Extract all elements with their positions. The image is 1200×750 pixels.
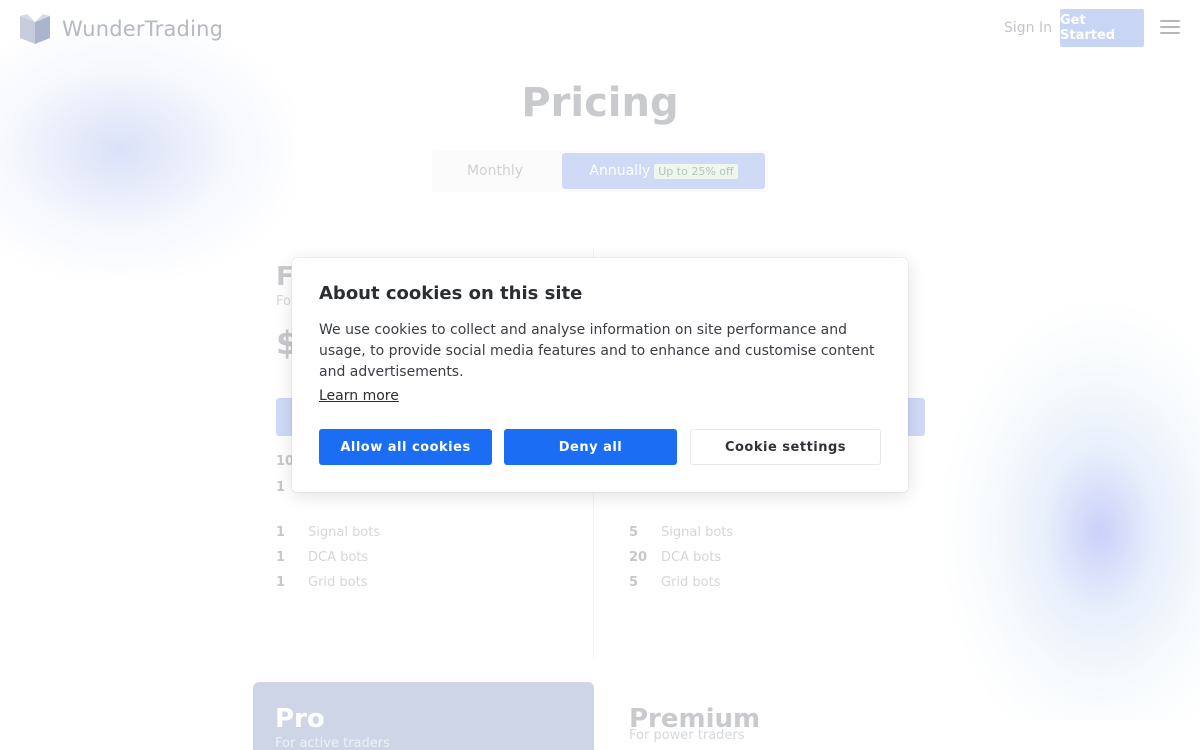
plan-subtitle: Fo: [276, 294, 291, 309]
bot-count: 1: [276, 525, 286, 540]
page: WunderTrading Sign In Get Started Pricin…: [0, 0, 1200, 750]
background-glow-left: [0, 20, 300, 280]
toggle-annually-label: Annually: [589, 163, 651, 179]
bot-label: Signal bots: [308, 525, 381, 540]
bot-count: 5: [629, 575, 639, 590]
toggle-monthly[interactable]: Monthly: [432, 153, 558, 189]
bot-label: DCA bots: [308, 550, 369, 565]
bot-count: 1: [276, 550, 286, 565]
discount-badge: Up to 25% off: [654, 163, 738, 179]
bot-label: Grid bots: [661, 575, 721, 590]
bot-count: 5: [629, 525, 639, 540]
deny-all-button[interactable]: Deny all: [504, 429, 677, 465]
bot-row-grid: 1 Grid bots: [276, 575, 368, 590]
wundertrading-logo-icon: [20, 14, 50, 44]
bot-label: Signal bots: [661, 525, 734, 540]
bot-row-grid: 5 Grid bots: [629, 575, 721, 590]
cookie-consent-dialog: About cookies on this site We use cookie…: [292, 258, 908, 492]
bot-row-signal: 5 Signal bots: [629, 525, 733, 540]
background-glow-right: [940, 300, 1200, 720]
plan-card-pro: Pro For active traders: [253, 682, 594, 750]
cookie-dialog-body: We use cookies to collect and analyse in…: [319, 322, 875, 380]
cookie-dialog-title: About cookies on this site: [319, 283, 583, 304]
brand-logo-link[interactable]: WunderTrading: [18, 12, 223, 46]
bot-count: 1: [276, 575, 286, 590]
plan-subtitle: For active traders: [275, 736, 390, 750]
allow-all-cookies-button[interactable]: Allow all cookies: [319, 429, 492, 465]
bot-count: 20: [629, 550, 648, 565]
page-title: Pricing: [521, 80, 679, 126]
billing-period-toggle: Monthly Annually Up to 25% off: [432, 150, 768, 192]
bot-row-dca: 1 DCA bots: [276, 550, 368, 565]
plan-card-premium: Premium For power traders: [607, 682, 948, 750]
get-started-button[interactable]: Get Started: [1060, 9, 1144, 47]
bot-label: DCA bots: [661, 550, 722, 565]
site-header: WunderTrading Sign In Get Started: [0, 0, 1200, 58]
bot-label: Grid bots: [308, 575, 368, 590]
bot-row-dca: 20 DCA bots: [629, 550, 721, 565]
toggle-annually[interactable]: Annually Up to 25% off: [562, 153, 765, 189]
sign-in-link[interactable]: Sign In: [1004, 20, 1052, 36]
learn-more-link[interactable]: Learn more: [319, 388, 399, 404]
plan-subtitle: For power traders: [629, 728, 745, 743]
brand-name: WunderTrading: [62, 17, 224, 41]
bot-row-signal: 1 Signal bots: [276, 525, 380, 540]
cookie-settings-button[interactable]: Cookie settings: [690, 429, 881, 465]
plan-name: Pro: [275, 704, 325, 734]
hamburger-menu-icon[interactable]: [1160, 20, 1180, 36]
